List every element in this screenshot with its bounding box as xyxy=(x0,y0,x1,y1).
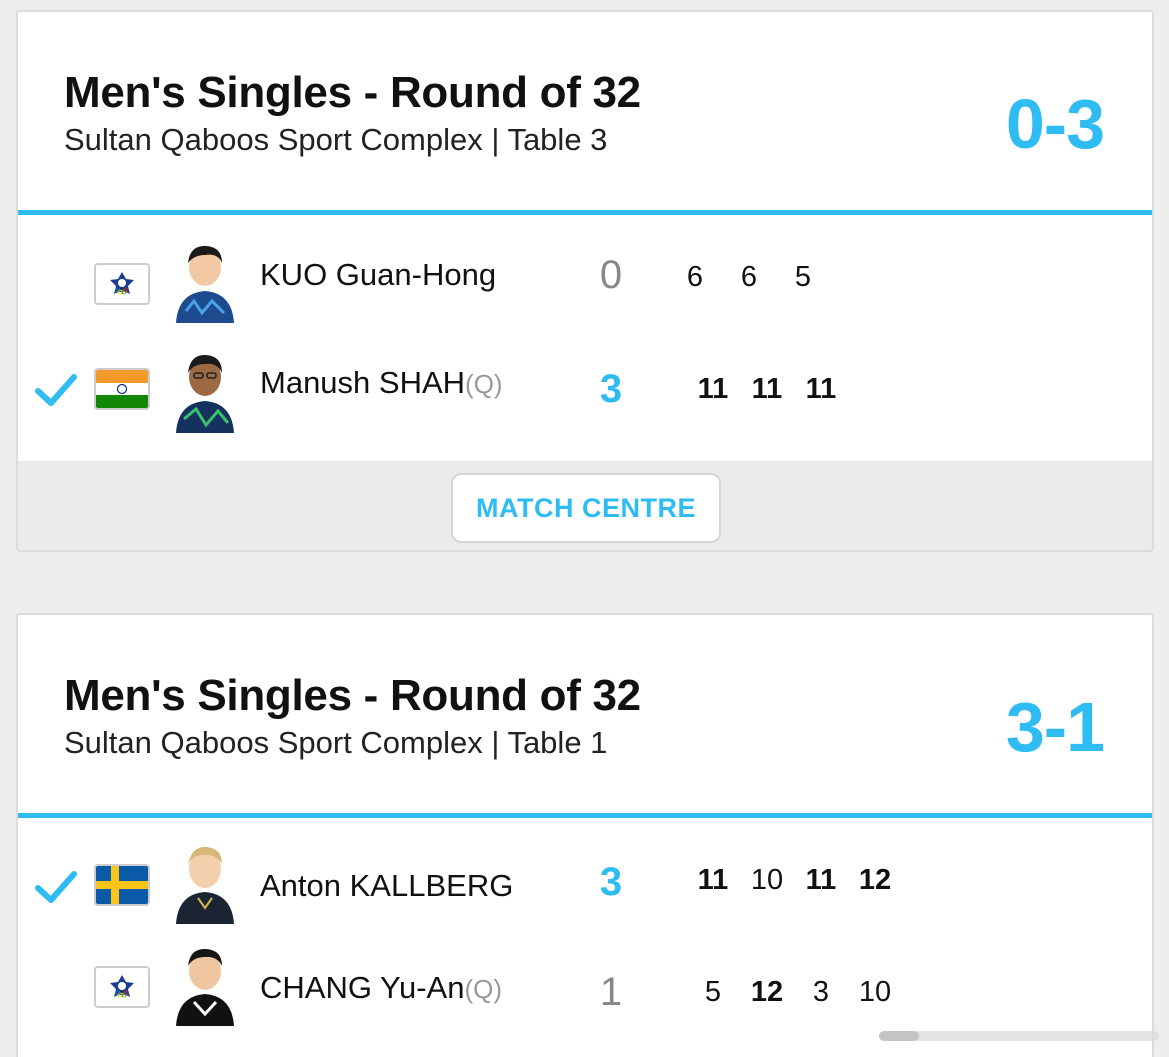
game-score: 10 xyxy=(858,976,892,1008)
india-flag-icon xyxy=(94,368,150,410)
game-score: 6 xyxy=(686,261,704,293)
image-strip-scrollbar[interactable] xyxy=(869,1023,1169,1047)
player-avatar xyxy=(172,351,238,433)
player-row: Manush SHAH(Q) 3 11 11 11 xyxy=(18,325,1152,461)
player-avatar xyxy=(172,241,238,323)
game-score: 12 xyxy=(858,864,892,896)
player-name[interactable]: Anton KALLBERG xyxy=(260,868,513,904)
sets-won: 1 xyxy=(599,970,623,1014)
game-score: 5 xyxy=(704,976,722,1008)
match-venue: Sultan Qaboos Sport Complex | Table 3 xyxy=(64,122,608,157)
chinese-taipei-flag-icon xyxy=(94,263,150,305)
match-centre-button[interactable]: MATCH CENTRE xyxy=(451,473,721,543)
card-footer: MATCH CENTRE xyxy=(18,461,1152,550)
game-score: 12 xyxy=(750,976,784,1008)
game-score: 11 xyxy=(805,373,837,405)
game-score: 10 xyxy=(750,864,784,896)
player-row: Anton KALLBERG 3 11 10 11 12 xyxy=(18,818,1152,924)
sets-won: 3 xyxy=(599,367,623,411)
player-avatar xyxy=(172,842,238,924)
winner-check-icon xyxy=(35,374,77,406)
sets-won: 0 xyxy=(599,253,623,297)
match-title: Men's Singles - Round of 32 xyxy=(64,671,641,720)
chinese-taipei-flag-icon xyxy=(94,966,150,1008)
game-score: 11 xyxy=(697,864,729,896)
match-venue: Sultan Qaboos Sport Complex | Table 1 xyxy=(64,725,608,760)
match-header: Men's Singles - Round of 32 Sultan Qaboo… xyxy=(18,12,1152,210)
qualifier-badge: (Q) xyxy=(464,974,502,1004)
match-score: 3-1 xyxy=(1005,688,1105,766)
game-score: 3 xyxy=(812,976,830,1008)
player-name-text: Anton KALLBERG xyxy=(260,868,514,903)
player-name-text: CHANG Yu-An xyxy=(260,970,465,1005)
game-score: 11 xyxy=(751,373,783,405)
sweden-flag-icon xyxy=(94,864,150,906)
game-score: 6 xyxy=(740,261,758,293)
match-title: Men's Singles - Round of 32 xyxy=(64,68,641,117)
player-name[interactable]: CHANG Yu-An(Q) xyxy=(260,970,502,1006)
player-row: KUO Guan-Hong 0 6 6 5 xyxy=(18,215,1152,325)
qualifier-badge: (Q) xyxy=(465,369,503,399)
match-card-2: Men's Singles - Round of 32 Sultan Qaboo… xyxy=(16,613,1154,1057)
sets-won: 3 xyxy=(599,860,623,904)
game-score: 5 xyxy=(794,261,812,293)
winner-check-icon xyxy=(35,871,77,903)
match-card-1: Men's Singles - Round of 32 Sultan Qaboo… xyxy=(16,10,1154,552)
game-score: 11 xyxy=(697,373,729,405)
player-name-text: KUO Guan-Hong xyxy=(260,257,497,292)
match-header: Men's Singles - Round of 32 Sultan Qaboo… xyxy=(18,615,1152,813)
player-avatar xyxy=(172,944,238,1026)
player-name[interactable]: KUO Guan-Hong xyxy=(260,257,496,293)
player-name-text: Manush SHAH xyxy=(260,365,466,400)
game-score: 11 xyxy=(805,864,837,896)
player-name[interactable]: Manush SHAH(Q) xyxy=(260,365,503,401)
match-score: 0-3 xyxy=(1005,85,1105,163)
